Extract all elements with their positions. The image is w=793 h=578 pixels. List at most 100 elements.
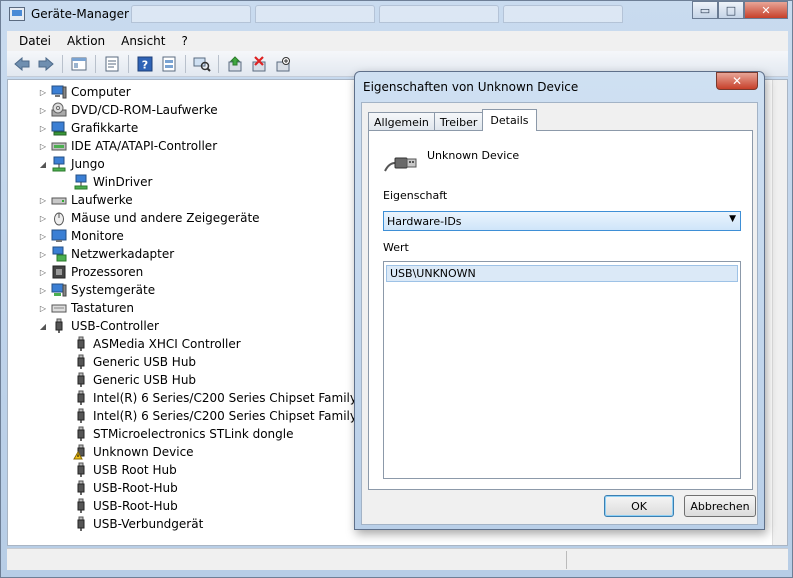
menu-datei[interactable]: Datei xyxy=(11,34,59,48)
tree-item[interactable]: USB-Root-Hub xyxy=(60,479,178,497)
tree-item[interactable]: ◢ Jungo xyxy=(38,155,105,173)
tree-item[interactable]: USB Root Hub xyxy=(60,461,177,479)
tree-item[interactable]: Intel(R) 6 Series/C200 Series Chipset Fa… xyxy=(60,389,404,407)
property-dropdown-value: Hardware-IDs xyxy=(387,214,462,228)
view-icon[interactable] xyxy=(158,54,180,74)
tree-item[interactable]: ▷ DVD/CD-ROM-Laufwerke xyxy=(38,101,218,119)
menu-ansicht[interactable]: Ansicht xyxy=(113,34,173,48)
display-adapter-icon xyxy=(51,120,67,136)
expand-arrow-icon[interactable]: ▷ xyxy=(38,250,48,259)
dialog-close-button[interactable]: ✕ xyxy=(716,72,758,90)
tree-item[interactable]: ▷ IDE ATA/ATAPI-Controller xyxy=(38,137,217,155)
tree-item[interactable]: ▷ Monitore xyxy=(38,227,124,245)
device-manager-app-icon xyxy=(9,7,25,21)
chevron-down-icon: ▼ xyxy=(729,214,736,224)
expand-arrow-icon[interactable]: ▷ xyxy=(38,124,48,133)
tree-item[interactable]: ▷ Grafikkarte xyxy=(38,119,138,137)
forward-arrow-icon[interactable] xyxy=(35,54,57,74)
tree-item-label: Unknown Device xyxy=(93,445,194,459)
scan-hardware-icon[interactable] xyxy=(191,54,213,74)
maximize-button[interactable]: □ xyxy=(718,1,744,19)
tree-item-label: USB-Verbundgerät xyxy=(93,517,204,531)
expand-arrow-icon[interactable]: ▷ xyxy=(38,286,48,295)
toolbar-separator xyxy=(128,54,129,73)
network-icon xyxy=(51,156,67,172)
tree-item-label: Monitore xyxy=(71,229,124,243)
update-driver-icon[interactable] xyxy=(224,54,246,74)
tree-item[interactable]: Intel(R) 6 Series/C200 Series Chipset Fa… xyxy=(60,407,404,425)
title-bar[interactable]: Geräte-Manager ▭ □ ✕ xyxy=(1,1,793,29)
tree-item[interactable]: STMicroelectronics STLink dongle xyxy=(60,425,294,443)
back-arrow-icon[interactable] xyxy=(11,54,33,74)
tree-item-label: Generic USB Hub xyxy=(93,373,197,387)
tree-item[interactable]: Unknown Device xyxy=(60,443,194,461)
tab-treiber[interactable]: Treiber xyxy=(433,112,484,131)
help-icon[interactable]: ? xyxy=(134,54,156,74)
usb-plug-icon xyxy=(73,408,89,424)
background-tab xyxy=(503,5,623,23)
tree-item[interactable]: USB-Root-Hub xyxy=(60,497,178,515)
dialog-tabs: Allgemein Treiber Details xyxy=(368,109,537,131)
value-list-item[interactable]: USB\UNKNOWN xyxy=(386,265,738,282)
uninstall-icon[interactable] xyxy=(248,54,270,74)
minimize-button[interactable]: ▭ xyxy=(692,1,718,19)
tree-item[interactable]: ▷ Computer xyxy=(38,83,131,101)
tree-item[interactable]: ▷ Tastaturen xyxy=(38,299,134,317)
dialog-body: Allgemein Treiber Details Unknown Device… xyxy=(361,102,758,525)
tree-item-label: USB-Controller xyxy=(71,319,159,333)
monitor-icon xyxy=(51,228,67,244)
expand-arrow-icon[interactable]: ▷ xyxy=(38,304,48,313)
background-tab xyxy=(255,5,375,23)
tree-item[interactable]: USB-Verbundgerät xyxy=(60,515,203,533)
usb-plug-icon xyxy=(73,498,89,514)
value-listbox[interactable]: USB\UNKNOWN xyxy=(383,261,741,479)
expand-arrow-icon[interactable]: ▷ xyxy=(38,214,48,223)
usb-device-icon xyxy=(383,153,417,175)
vertical-scrollbar[interactable] xyxy=(772,80,787,545)
collapse-arrow-icon[interactable]: ◢ xyxy=(38,160,48,169)
expand-arrow-icon[interactable]: ▷ xyxy=(38,268,48,277)
property-dropdown[interactable]: Hardware-IDs ▼ xyxy=(383,211,741,231)
properties-icon[interactable] xyxy=(101,54,123,74)
toolbar-separator xyxy=(95,54,96,73)
expand-arrow-icon[interactable]: ▷ xyxy=(38,142,48,151)
background-tab xyxy=(379,5,499,23)
ok-button[interactable]: OK xyxy=(604,495,674,517)
tree-item[interactable]: ▷ Systemgeräte xyxy=(38,281,155,299)
tree-item-label: ASMedia XHCI Controller xyxy=(93,337,241,351)
menu-aktion[interactable]: Aktion xyxy=(59,34,113,48)
disable-icon[interactable] xyxy=(272,54,294,74)
tree-item[interactable]: ▷ Netzwerkadapter xyxy=(38,245,174,263)
tree-item[interactable]: ◢ USB-Controller xyxy=(38,317,159,335)
close-button[interactable]: ✕ xyxy=(744,1,788,19)
warning-usb-icon xyxy=(73,444,89,460)
tree-item[interactable]: ▷ Prozessoren xyxy=(38,263,143,281)
keyboard-icon xyxy=(51,300,67,316)
tree-item[interactable]: Generic USB Hub xyxy=(60,353,196,371)
tree-item-label: Generic USB Hub xyxy=(93,355,197,369)
menu-help[interactable]: ? xyxy=(173,34,195,48)
tree-item[interactable]: ASMedia XHCI Controller xyxy=(60,335,241,353)
usb-plug-icon xyxy=(73,462,89,478)
expand-arrow-icon[interactable]: ▷ xyxy=(38,196,48,205)
expand-arrow-icon[interactable]: ▷ xyxy=(38,232,48,241)
tree-item-label: Mäuse und andere Zeigegeräte xyxy=(71,211,260,225)
background-tab xyxy=(131,5,251,23)
tree-item[interactable]: ▷ Mäuse und andere Zeigegeräte xyxy=(38,209,260,227)
tree-item-label: Systemgeräte xyxy=(71,283,156,297)
network-icon xyxy=(73,174,89,190)
tab-allgemein[interactable]: Allgemein xyxy=(368,112,435,131)
tree-item[interactable]: Generic USB Hub xyxy=(60,371,196,389)
expand-arrow-icon[interactable]: ▷ xyxy=(38,106,48,115)
tree-view-icon[interactable] xyxy=(68,54,90,74)
cancel-button[interactable]: Abbrechen xyxy=(684,495,756,517)
collapse-arrow-icon[interactable]: ◢ xyxy=(38,322,48,331)
tree-item[interactable]: ▷ Laufwerke xyxy=(38,191,133,209)
tab-details[interactable]: Details xyxy=(482,109,537,131)
toolbar-separator xyxy=(185,54,186,73)
tree-item[interactable]: WinDriver xyxy=(60,173,152,191)
expand-arrow-icon[interactable]: ▷ xyxy=(38,88,48,97)
usb-plug-icon xyxy=(73,354,89,370)
tree-item-label: DVD/CD-ROM-Laufwerke xyxy=(71,103,218,117)
properties-dialog: Eigenschaften von Unknown Device ✕ Allge… xyxy=(354,71,765,530)
